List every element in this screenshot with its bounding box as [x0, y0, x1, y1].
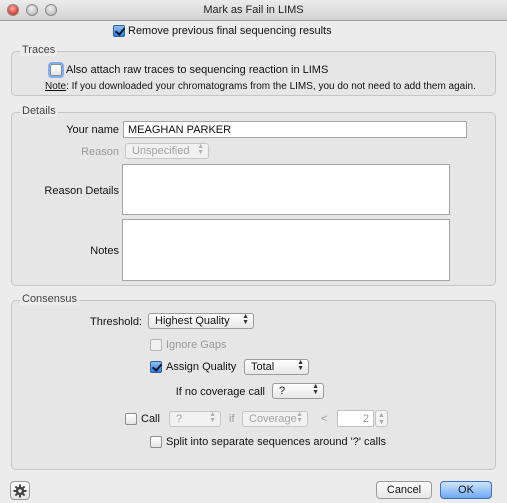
popup-arrows-icon: ▲ ▼: [197, 143, 204, 156]
note-text: : If you downloaded your chromatograms f…: [66, 81, 476, 92]
assign-quality-checkbox[interactable]: [150, 361, 162, 373]
window-title: Mark as Fail in LIMS: [203, 4, 304, 16]
gear-icon: [13, 484, 27, 498]
gear-button[interactable]: [10, 481, 30, 500]
coverage-value: Coverage: [249, 413, 297, 425]
consensus-title: Consensus: [20, 293, 80, 305]
popup-arrows-icon: ▲ ▼: [296, 411, 303, 424]
coverage-number-field[interactable]: 2: [337, 410, 374, 427]
assign-quality-select[interactable]: Total ▲ ▼: [244, 359, 309, 375]
attach-traces-label: Also attach raw traces to sequencing rea…: [66, 64, 329, 76]
no-coverage-select[interactable]: ? ▲ ▼: [272, 383, 324, 399]
ignore-gaps-label: Ignore Gaps: [166, 339, 227, 351]
ok-button[interactable]: OK: [440, 481, 492, 499]
remove-previous-label: Remove previous final sequencing results: [128, 25, 332, 37]
your-name-label: Your name: [66, 124, 119, 136]
coverage-stepper[interactable]: ▲ ▼: [375, 410, 388, 427]
threshold-value: Highest Quality: [155, 315, 230, 327]
coverage-select[interactable]: Coverage ▲ ▼: [242, 411, 308, 427]
split-sequences-label: Split into separate sequences around '?'…: [166, 436, 387, 448]
threshold-label: Threshold:: [90, 316, 142, 328]
note-prefix: Note: [45, 81, 67, 92]
call-checkbox[interactable]: [125, 413, 137, 425]
popup-arrows-icon: ▲ ▼: [312, 383, 319, 396]
no-coverage-label: If no coverage call: [175, 386, 265, 398]
assign-quality-value: Total: [251, 361, 275, 373]
attach-traces-checkbox[interactable]: [50, 64, 62, 76]
reason-select[interactable]: Unspecified ▲ ▼: [125, 143, 209, 159]
assign-quality-label: Assign Quality: [166, 361, 237, 373]
notes-label: Notes: [90, 245, 119, 257]
split-sequences-checkbox[interactable]: [150, 436, 162, 448]
if-label: if: [229, 413, 235, 425]
remove-previous-checkbox[interactable]: [113, 25, 125, 37]
popup-arrows-icon: ▲ ▼: [297, 359, 304, 372]
cancel-button[interactable]: Cancel: [376, 481, 432, 499]
ignore-gaps-checkbox[interactable]: [150, 339, 162, 351]
reason-details-textarea[interactable]: [122, 164, 450, 215]
notes-textarea[interactable]: [122, 219, 450, 281]
reason-details-label: Reason Details: [44, 185, 119, 197]
threshold-select[interactable]: Highest Quality ▲ ▼: [148, 313, 254, 329]
call-value: ?: [176, 413, 183, 425]
reason-label: Reason: [81, 146, 119, 158]
popup-arrows-icon: ▲ ▼: [209, 411, 216, 424]
less-than-label: <: [321, 413, 328, 425]
your-name-field[interactable]: MEAGHAN PARKER: [123, 121, 467, 138]
reason-value: Unspecified: [132, 145, 190, 157]
traces-note: Note: If you downloaded your chromatogra…: [45, 81, 476, 92]
no-coverage-value: ?: [279, 385, 286, 397]
details-title: Details: [20, 105, 58, 117]
popup-arrows-icon: ▲ ▼: [242, 313, 249, 326]
traces-title: Traces: [20, 44, 58, 56]
call-select[interactable]: ? ▲ ▼: [169, 411, 221, 427]
call-label: Call: [141, 413, 160, 425]
